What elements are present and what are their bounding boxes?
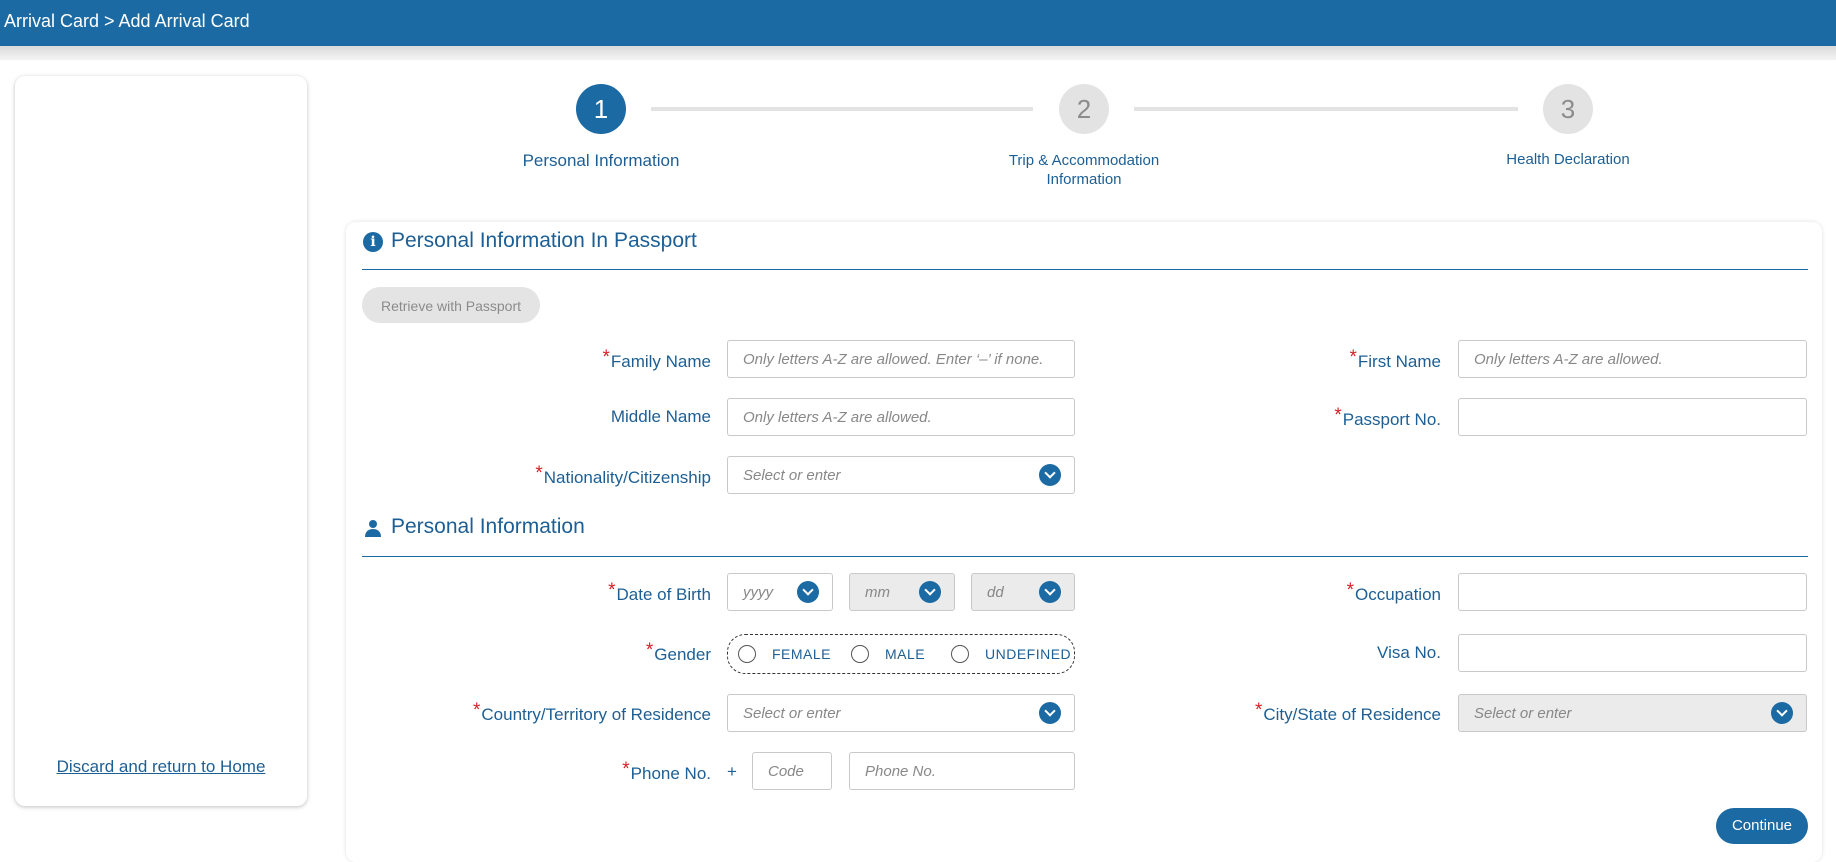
- dob-day-placeholder: dd: [987, 584, 1004, 601]
- sidebar-panel: Discard and return to Home: [15, 76, 307, 806]
- header-shadow-strip: [0, 46, 1836, 60]
- required-asterisk: *: [1254, 700, 1263, 721]
- breadcrumb: Arrival Card > Add Arrival Card: [4, 11, 250, 31]
- city-residence-label: *City/State of Residence: [1254, 700, 1441, 724]
- required-asterisk: *: [473, 700, 481, 721]
- required-asterisk: *: [535, 463, 543, 484]
- city-residence-placeholder: Select or enter: [1474, 705, 1572, 722]
- nationality-placeholder: Select or enter: [743, 467, 841, 484]
- occupation-label: *Occupation: [1346, 580, 1441, 604]
- step-connector-1: [651, 107, 1033, 111]
- discard-return-home-link[interactable]: Discard and return to Home: [15, 757, 307, 777]
- country-residence-placeholder: Select or enter: [743, 705, 841, 722]
- step-1-circle[interactable]: 1: [576, 84, 626, 134]
- occupation-input[interactable]: [1458, 573, 1807, 611]
- step-connector-2: [1134, 107, 1518, 111]
- step-2-label: Trip & Accommodation Information: [964, 151, 1204, 189]
- step-2-circle[interactable]: 2: [1059, 84, 1109, 134]
- chevron-down-icon[interactable]: [1039, 581, 1061, 603]
- family-name-input[interactable]: Only letters A-Z are allowed. Enter ‘–’ …: [727, 340, 1075, 378]
- required-asterisk: *: [602, 347, 610, 368]
- passport-no-input[interactable]: [1458, 398, 1807, 436]
- top-header-bar: Arrival Card > Add Arrival Card: [0, 0, 1836, 46]
- gender-undefined-label[interactable]: UNDEFINED: [985, 646, 1071, 662]
- nationality-select[interactable]: Select or enter: [727, 456, 1075, 494]
- chevron-down-icon[interactable]: [797, 581, 819, 603]
- chevron-down-icon[interactable]: [1039, 702, 1061, 724]
- gender-female-label[interactable]: FEMALE: [772, 646, 831, 662]
- step-2-label-line1: Trip & Accommodation: [1008, 152, 1160, 169]
- chevron-down-icon[interactable]: [1039, 464, 1061, 486]
- middle-name-label: Middle Name: [610, 407, 711, 426]
- middle-name-input[interactable]: Only letters A-Z are allowed.: [727, 398, 1075, 436]
- step-2-label-line2: Information: [1046, 171, 1122, 188]
- required-asterisk: *: [608, 580, 616, 601]
- gender-female-radio[interactable]: [738, 645, 756, 663]
- family-name-label: *Family Name: [602, 347, 711, 371]
- dob-month-select[interactable]: mm: [849, 573, 955, 611]
- gender-radio-group: FEMALE MALE UNDEFINED: [727, 634, 1075, 674]
- step-1-label: Personal Information: [522, 151, 680, 170]
- retrieve-with-passport-button[interactable]: Retrieve with Passport: [362, 287, 540, 323]
- first-name-label: *First Name: [1349, 347, 1441, 371]
- required-asterisk: *: [1334, 405, 1342, 426]
- phone-label: *Phone No.: [622, 759, 711, 783]
- info-icon: i: [363, 232, 383, 252]
- dob-label: *Date of Birth: [608, 580, 711, 604]
- section-divider: [362, 269, 1808, 270]
- first-name-input[interactable]: Only letters A-Z are allowed.: [1458, 340, 1807, 378]
- section-divider: [362, 556, 1808, 557]
- passport-section-title: Personal Information In Passport: [391, 229, 697, 252]
- dob-year-placeholder: yyyy: [743, 584, 773, 601]
- required-asterisk: *: [645, 640, 654, 661]
- visa-no-label: Visa No.: [1377, 643, 1441, 662]
- dob-day-select[interactable]: dd: [971, 573, 1075, 611]
- gender-label: *Gender: [645, 640, 711, 664]
- step-3-circle[interactable]: 3: [1543, 84, 1593, 134]
- personal-section-title: Personal Information: [391, 515, 585, 538]
- country-residence-label: *Country/Territory of Residence: [473, 700, 711, 724]
- gender-undefined-radio[interactable]: [951, 645, 969, 663]
- city-residence-select[interactable]: Select or enter: [1458, 694, 1807, 732]
- phone-plus-sign: +: [727, 762, 737, 781]
- chevron-down-icon[interactable]: [919, 581, 941, 603]
- step-3-label: Health Declaration: [1506, 151, 1630, 168]
- required-asterisk: *: [622, 759, 630, 780]
- phone-number-input[interactable]: Phone No.: [849, 752, 1075, 790]
- phone-code-input[interactable]: Code: [752, 752, 832, 790]
- dob-year-select[interactable]: yyyy: [727, 573, 833, 611]
- required-asterisk: *: [1349, 347, 1357, 368]
- required-asterisk: *: [1346, 580, 1354, 601]
- nationality-label: *Nationality/Citizenship: [535, 463, 711, 487]
- country-residence-select[interactable]: Select or enter: [727, 694, 1075, 732]
- visa-no-input[interactable]: [1458, 634, 1807, 672]
- chevron-down-icon[interactable]: [1771, 702, 1793, 724]
- passport-no-label: *Passport No.: [1334, 405, 1441, 429]
- dob-month-placeholder: mm: [865, 584, 890, 601]
- gender-male-radio[interactable]: [851, 645, 869, 663]
- continue-button[interactable]: Continue: [1716, 808, 1808, 844]
- gender-male-label[interactable]: MALE: [885, 646, 925, 662]
- person-icon: [363, 518, 383, 538]
